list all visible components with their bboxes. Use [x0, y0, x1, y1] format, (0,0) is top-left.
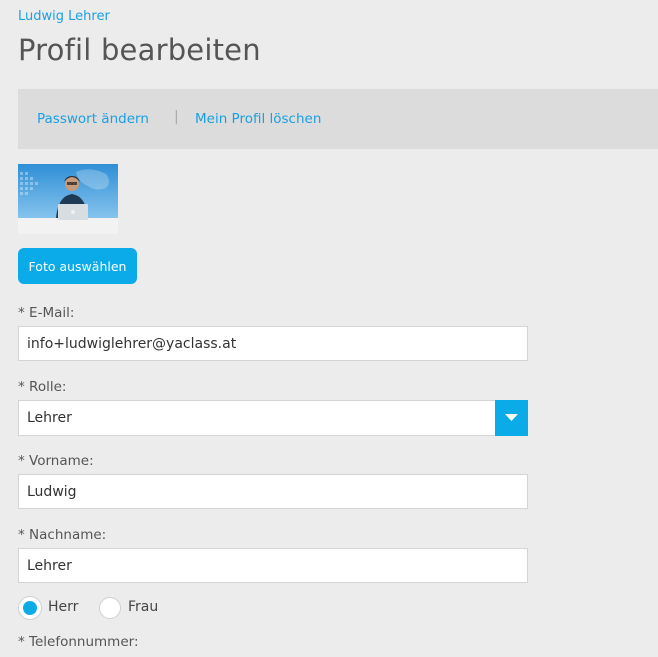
- delete-profile-link[interactable]: Mein Profil löschen: [195, 111, 321, 127]
- role-label: * Rolle:: [18, 379, 67, 395]
- chevron-down-icon: [505, 414, 518, 421]
- choose-photo-button[interactable]: Foto auswählen: [18, 248, 137, 284]
- role-select[interactable]: Lehrer: [18, 400, 528, 436]
- breadcrumb[interactable]: Ludwig Lehrer: [18, 9, 110, 24]
- page-title: Profil bearbeiten: [18, 33, 261, 67]
- lastname-field[interactable]: [18, 548, 528, 583]
- role-select-value[interactable]: Lehrer: [18, 400, 496, 436]
- role-dropdown-button[interactable]: [495, 400, 528, 436]
- email-label: * E-Mail:: [18, 305, 75, 321]
- firstname-label: * Vorname:: [18, 453, 94, 469]
- profile-photo: [18, 164, 118, 234]
- lastname-label: * Nachname:: [18, 527, 107, 543]
- gender-radio-frau[interactable]: [99, 597, 121, 619]
- phone-label: * Telefonnummer:: [18, 634, 139, 650]
- gender-radio-herr[interactable]: [19, 597, 41, 619]
- change-password-link[interactable]: Passwort ändern: [37, 111, 149, 127]
- gender-label-herr: Herr: [48, 599, 79, 615]
- email-field[interactable]: [18, 326, 528, 361]
- gender-label-frau: Frau: [128, 599, 159, 615]
- firstname-field[interactable]: [18, 474, 528, 509]
- profile-actions-bar: Passwort ändern | Mein Profil löschen: [18, 89, 658, 149]
- actions-separator: |: [174, 109, 179, 125]
